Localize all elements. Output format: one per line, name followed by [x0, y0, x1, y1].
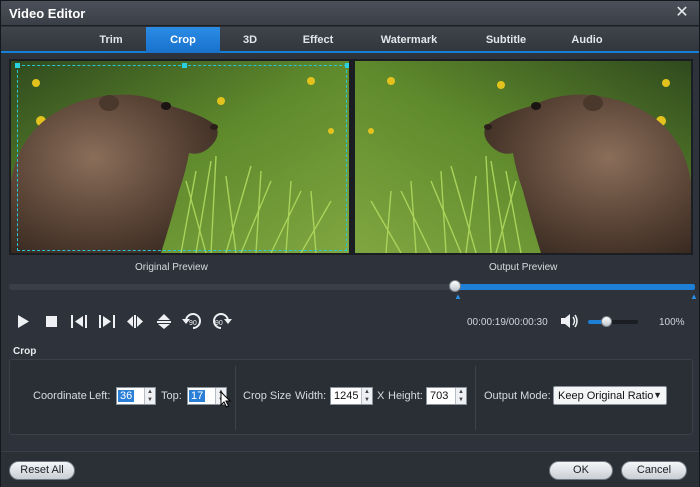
original-preview-pane[interactable] [11, 61, 349, 253]
playback-controls: 90 90 00:00:19/00:00:30 100% [1, 307, 699, 335]
stop-icon[interactable] [40, 311, 62, 331]
crop-height-stepper[interactable]: ▲ ▼ [455, 388, 466, 404]
crop-left-value: 36 [118, 390, 135, 402]
coordinate-label: Coordinate [33, 390, 87, 402]
tab-effect[interactable]: Effect [289, 27, 347, 53]
svg-text:90: 90 [215, 320, 223, 327]
title-bar: Video Editor ✕ [1, 1, 699, 26]
height-label: Height: [388, 390, 423, 402]
crop-width-stepper[interactable]: ▲ ▼ [361, 388, 372, 404]
flip-vertical-icon[interactable] [153, 311, 175, 331]
crop-width-input[interactable]: 1245 ▲ ▼ [330, 387, 373, 405]
reset-all-button[interactable]: Reset All [9, 461, 75, 480]
mouse-cursor-icon [220, 391, 232, 408]
window-title: Video Editor [9, 6, 86, 21]
volume-slider[interactable] [588, 320, 638, 324]
crop-size-label: Crop Size [243, 390, 292, 402]
tab-subtitle[interactable]: Subtitle [475, 27, 537, 53]
stepper-down-icon[interactable]: ▼ [362, 396, 372, 404]
x-label: X [377, 390, 385, 402]
crop-section-title: Crop [13, 346, 37, 357]
ok-button[interactable]: OK [549, 461, 613, 480]
preview-area [9, 59, 693, 255]
output-mode-select[interactable]: Keep Original Ratio ▼ [553, 386, 667, 405]
chevron-down-icon: ▼ [653, 390, 662, 400]
tab-crop[interactable]: Crop [146, 27, 220, 53]
crop-left-stepper[interactable]: ▲ ▼ [144, 388, 155, 404]
crop-height-value: 703 [430, 390, 449, 402]
stepper-up-icon[interactable]: ▲ [456, 388, 466, 396]
flip-horizontal-icon[interactable] [124, 311, 146, 331]
width-label: Width: [295, 390, 327, 402]
output-preview-label: Output Preview [489, 262, 558, 273]
output-mode-value: Keep Original Ratio [558, 390, 654, 402]
trim-start-marker-icon[interactable]: ▲ [454, 293, 462, 301]
left-label: Left: [89, 390, 111, 402]
time-readout: 00:00:19/00:00:30 [467, 317, 548, 328]
tab-3d[interactable]: 3D [227, 27, 273, 53]
crop-handle-top[interactable] [182, 63, 187, 68]
tab-audio[interactable]: Audio [561, 27, 613, 53]
crop-handle-top-right[interactable] [345, 63, 349, 68]
volume-percent: 100% [659, 317, 685, 328]
output-preview-pane [355, 61, 691, 253]
next-frame-icon[interactable] [96, 311, 118, 331]
divider [235, 366, 236, 430]
crop-left-input[interactable]: 36 ▲ ▼ [116, 387, 156, 405]
output-preview-image [355, 61, 691, 253]
trim-end-marker-icon[interactable]: ▲ [690, 293, 698, 301]
divider [475, 366, 476, 430]
rotate-right-90-icon[interactable]: 90 [209, 311, 233, 331]
play-icon[interactable] [12, 311, 34, 331]
stepper-down-icon[interactable]: ▼ [145, 396, 155, 404]
stepper-up-icon[interactable]: ▲ [145, 388, 155, 396]
video-editor-window: Video Editor ✕ Trim Crop 3D Effect Water… [0, 0, 700, 487]
previous-frame-icon[interactable] [68, 311, 90, 331]
speaker-icon[interactable] [559, 311, 581, 331]
tab-trim[interactable]: Trim [81, 27, 141, 53]
crop-region-outline[interactable] [17, 65, 347, 251]
editor-tabs: Trim Crop 3D Effect Watermark Subtitle A… [1, 27, 699, 53]
tab-watermark[interactable]: Watermark [371, 27, 447, 53]
timeline-track[interactable] [9, 284, 695, 290]
output-mode-label: Output Mode: [484, 390, 551, 402]
timeline-remaining [455, 284, 695, 290]
crop-width-value: 1245 [334, 390, 359, 402]
cancel-button[interactable]: Cancel [621, 461, 687, 480]
timeline-scrubber[interactable] [449, 280, 461, 292]
stepper-up-icon[interactable]: ▲ [362, 388, 372, 396]
crop-height-input[interactable]: 703 ▲ ▼ [426, 387, 467, 405]
svg-text:90: 90 [189, 320, 197, 327]
timeline-played [9, 284, 455, 290]
original-preview-label: Original Preview [135, 262, 208, 273]
stepper-down-icon[interactable]: ▼ [456, 396, 466, 404]
close-icon[interactable]: ✕ [673, 4, 691, 22]
crop-top-value: 17 [189, 390, 206, 402]
top-label: Top: [161, 390, 182, 402]
rotate-left-90-icon[interactable]: 90 [181, 311, 205, 331]
volume-knob[interactable] [601, 316, 612, 327]
crop-handle-top-left[interactable] [15, 63, 20, 68]
